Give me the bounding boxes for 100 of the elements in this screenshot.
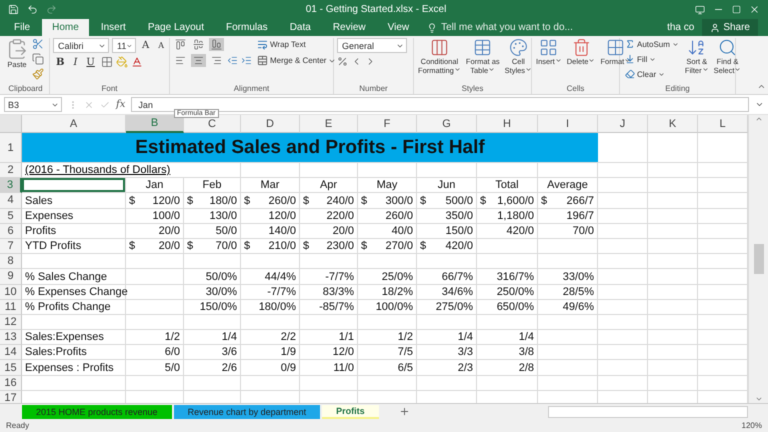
column-header[interactable]: G [417,115,477,133]
name-box[interactable]: B3 [4,97,62,112]
sheet-tab[interactable]: 2015 HOME products revenue [22,404,172,418]
shrink-font-button[interactable]: A [155,41,168,50]
sheet-tab[interactable]: Profits [322,404,379,418]
scroll-up-icon[interactable] [754,115,762,123]
align-button[interactable] [191,54,206,67]
borders-icon[interactable] [100,56,113,68]
row-label: Expenses [22,208,126,224]
row-header[interactable]: 13 [0,330,22,346]
row-header[interactable]: 7 [0,238,22,254]
grow-font-button[interactable]: A [139,40,152,51]
table-cell: $ 230/0 [300,238,358,254]
row-header[interactable]: 14 [0,345,22,360]
row-header[interactable]: 2 [0,163,22,178]
copy-icon[interactable] [32,53,44,65]
row-header[interactable]: 4 [0,193,22,209]
row-header[interactable]: 10 [0,284,22,300]
column-header[interactable]: H [477,115,538,133]
row-header[interactable]: 1 [0,133,22,163]
table-cell: 260/0 [358,208,417,224]
redo-icon[interactable] [46,4,57,15]
row-header[interactable]: 17 [0,390,22,403]
empty-cell [648,163,698,178]
close-icon[interactable] [749,4,760,15]
caret-icon [734,66,742,73]
zoom-level[interactable]: 120% [742,421,762,430]
save-icon[interactable] [8,4,19,15]
merge-button[interactable]: Merge & Center [255,54,338,67]
font-name-field[interactable]: Calibri [53,38,109,53]
ribbon-tab[interactable]: Data [280,19,321,36]
ribbon-tab[interactable]: Review [322,19,376,36]
share-button[interactable]: Share [702,19,758,36]
fill-color-icon[interactable] [116,56,128,68]
row-header[interactable]: 9 [0,269,22,284]
align-button[interactable] [209,54,224,67]
number-format-field[interactable]: General [337,38,407,53]
align-button[interactable] [209,38,224,51]
table-cell: $ 70/0 [184,238,241,254]
add-sheet-icon[interactable] [398,406,410,417]
maximize-icon[interactable] [732,5,741,14]
column-header[interactable]: I [538,115,598,133]
clear-button[interactable]: Clear [623,68,681,80]
row-header[interactable]: 15 [0,360,22,376]
row-header[interactable]: 11 [0,300,22,315]
outdent-icon[interactable] [227,55,238,66]
collapse-ribbon-icon[interactable] [757,82,766,91]
horizontal-scrollbar[interactable] [548,406,748,418]
column-header[interactable]: A [22,115,126,133]
ribbon-tab[interactable]: File [4,19,40,36]
row-header[interactable]: 6 [0,224,22,239]
table-cell: 2/6 [184,360,241,376]
indent-icon[interactable] [241,55,252,66]
row-header[interactable]: 12 [0,314,22,330]
column-header[interactable]: E [300,115,358,133]
user-name[interactable]: tha co [667,22,694,33]
align-button[interactable] [191,38,206,51]
ribbon-display-icon[interactable] [695,4,705,14]
ribbon-tab[interactable]: Page Layout [138,19,214,36]
align-button[interactable] [173,38,188,51]
fill-button[interactable]: Fill [623,53,681,65]
column-header[interactable]: J [598,115,648,133]
column-header[interactable]: L [698,115,748,133]
table-cell: $ 260/0 [241,193,300,209]
vertical-scrollbar[interactable] [748,115,768,403]
empty-cell [538,238,598,254]
row-header[interactable]: 5 [0,208,22,224]
cut-icon[interactable] [32,38,44,50]
font-style-button[interactable]: I [70,56,80,68]
format-painter-icon[interactable] [32,68,44,80]
selected-cell[interactable] [22,178,126,194]
scroll-thumb[interactable] [754,244,764,274]
ribbon-tab[interactable]: Home [42,19,89,36]
column-header[interactable]: B [126,115,184,133]
column-header[interactable]: F [358,115,417,133]
align-button[interactable] [173,54,188,67]
empty-cell [598,360,648,376]
insert-function-button[interactable]: fx [116,99,126,110]
row-header[interactable]: 16 [0,376,22,391]
empty-cell [598,163,648,178]
font-size-field[interactable]: 11 [112,38,136,53]
autosum-button[interactable]: AutoSum [623,38,681,50]
ribbon-tab[interactable]: Formulas [216,19,278,36]
font-style-button[interactable]: U [83,56,98,68]
tell-me-field[interactable]: Tell me what you want to do... [421,19,579,36]
sheet-tab[interactable]: Revenue chart by department [174,404,320,418]
font-style-button[interactable]: B [53,56,68,68]
column-header[interactable]: D [241,115,300,133]
row-header[interactable]: 8 [0,254,22,270]
column-header[interactable]: K [648,115,698,133]
font-color-icon[interactable] [130,56,143,68]
ribbon-tab[interactable]: Insert [90,19,136,36]
undo-icon[interactable] [27,4,38,15]
percent-icon[interactable] [337,56,348,67]
row-header[interactable]: 3 [0,178,22,194]
scroll-down-icon[interactable] [754,395,762,403]
column-header[interactable]: C [184,115,241,133]
wrap-text-button[interactable]: Wrap Text [255,38,338,51]
ribbon-tab[interactable]: View [378,19,420,36]
table-cell: Jun [417,178,477,194]
